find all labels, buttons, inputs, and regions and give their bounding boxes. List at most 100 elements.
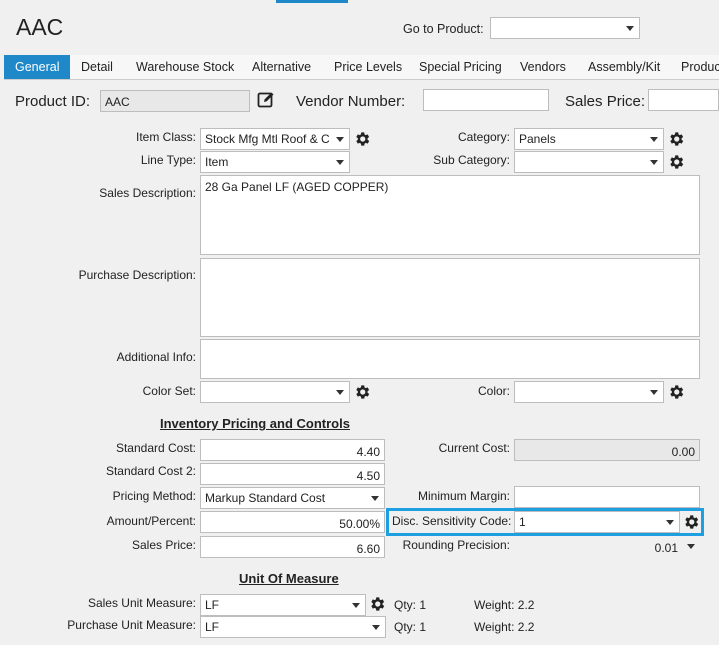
sales-description-label: Sales Description: <box>99 186 196 200</box>
sales-uom-qty: Qty: 1 <box>394 598 427 612</box>
item-class-value: Stock Mfg Mtl Roof & C <box>205 132 330 146</box>
tab-detail[interactable]: Detail <box>70 55 124 79</box>
chevron-down-icon <box>336 390 344 395</box>
color-dropdown[interactable] <box>514 381 664 403</box>
disc-sensitivity-code-value: 1 <box>519 515 526 529</box>
disc-sensitivity-code-dropdown[interactable]: 1 <box>514 511 680 533</box>
product-id-label: Product ID: <box>15 93 91 110</box>
chevron-down-icon <box>626 26 634 31</box>
purchase-unit-measure-value: LF <box>205 620 220 634</box>
standard-cost-input[interactable]: 4.40 <box>200 439 385 461</box>
sales-description-value: 28 Ga Panel LF (AGED COPPER) <box>205 180 389 194</box>
active-window-indicator <box>276 0 348 3</box>
product-id-field: AAC <box>100 90 250 112</box>
gear-icon[interactable] <box>682 513 700 531</box>
category-value: Panels <box>519 132 556 146</box>
chevron-down-icon <box>352 603 360 608</box>
pricing-method-value: Markup Standard Cost <box>205 491 326 505</box>
standard-cost-2-value: 4.50 <box>356 469 380 483</box>
page-title: AAC <box>16 14 64 40</box>
tab-general[interactable]: General <box>4 55 71 79</box>
window-top-bar <box>0 0 719 4</box>
standard-cost-2-label: Standard Cost 2: <box>105 464 196 478</box>
vendor-number-label: Vendor Number: <box>296 93 406 110</box>
additional-info-textarea[interactable] <box>200 339 700 379</box>
sales-description-textarea[interactable]: 28 Ga Panel LF (AGED COPPER) <box>200 175 700 255</box>
chevron-down-icon <box>650 390 658 395</box>
gear-icon[interactable] <box>368 595 386 613</box>
sales-price-input[interactable]: 6.60 <box>200 536 385 558</box>
amount-percent-input[interactable]: 50.00% <box>200 511 385 533</box>
tab-alternative[interactable]: Alternative <box>241 55 322 79</box>
additional-info-label: Additional Info: <box>116 350 196 364</box>
chevron-down-icon <box>336 160 344 165</box>
sales-unit-measure-label: Sales Unit Measure: <box>87 596 196 610</box>
sales-price-header-label: Sales Price: <box>565 93 646 110</box>
sales-price-label: Sales Price: <box>131 538 196 552</box>
sales-price-header-input[interactable] <box>648 89 719 111</box>
line-type-value: Item <box>205 155 229 169</box>
item-class-label: Item Class: <box>135 130 196 144</box>
purchase-unit-measure-label: Purchase Unit Measure: <box>67 618 196 632</box>
minimum-margin-label: Minimum Margin: <box>417 489 510 503</box>
gear-icon[interactable] <box>667 153 685 171</box>
disc-sensitivity-code-label: Disc. Sensitivity Code: <box>392 514 512 528</box>
chevron-down-icon <box>650 160 658 165</box>
rounding-precision-value: 0.01 <box>654 541 678 555</box>
amount-percent-value: 50.00% <box>339 517 380 531</box>
gear-icon[interactable] <box>667 130 685 148</box>
item-class-dropdown[interactable]: Stock Mfg Mtl Roof & C <box>200 128 350 150</box>
standard-cost-label: Standard Cost: <box>115 441 196 455</box>
standard-cost-value: 4.40 <box>356 445 380 459</box>
goto-product-label: Go to Product: <box>403 22 484 36</box>
unit-of-measure-title: Unit Of Measure <box>239 571 339 586</box>
category-label: Category: <box>457 130 510 144</box>
category-dropdown[interactable]: Panels <box>514 128 664 150</box>
tab-warehouse-stock[interactable]: Warehouse Stock <box>125 55 245 79</box>
rounding-precision-dropdown[interactable]: 0.01 <box>514 536 700 558</box>
tab-bar: General Detail Warehouse Stock Alternati… <box>4 55 719 80</box>
inventory-pricing-title: Inventory Pricing and Controls <box>160 416 350 431</box>
purchase-uom-weight: Weight: 2.2 <box>474 620 535 634</box>
color-label: Color: <box>477 384 510 398</box>
pricing-method-dropdown[interactable]: Markup Standard Cost <box>200 487 385 509</box>
amount-percent-label: Amount/Percent: <box>106 514 196 528</box>
chevron-down-icon <box>666 520 674 525</box>
vendor-number-input[interactable] <box>423 89 549 111</box>
gear-icon[interactable] <box>353 383 371 401</box>
edit-icon[interactable] <box>256 90 276 110</box>
sales-unit-measure-value: LF <box>205 598 220 612</box>
current-cost-label: Current Cost: <box>438 441 510 455</box>
goto-product-dropdown[interactable] <box>490 17 640 39</box>
standard-cost-2-input[interactable]: 4.50 <box>200 463 385 485</box>
line-type-dropdown[interactable]: Item <box>200 151 350 173</box>
purchase-unit-measure-dropdown[interactable]: LF <box>200 616 386 638</box>
chevron-down-icon <box>650 137 658 142</box>
purchase-description-label: Purchase Description: <box>78 268 196 282</box>
rounding-precision-label: Rounding Precision: <box>402 538 510 552</box>
product-id-value: AAC <box>105 95 130 109</box>
purchase-uom-qty: Qty: 1 <box>394 620 427 634</box>
color-set-dropdown[interactable] <box>200 381 350 403</box>
sales-unit-measure-dropdown[interactable]: LF <box>200 594 366 616</box>
line-type-label: Line Type: <box>140 153 196 167</box>
gear-icon[interactable] <box>667 383 685 401</box>
chevron-down-icon <box>371 496 379 501</box>
gear-icon[interactable] <box>353 130 371 148</box>
sales-price-value: 6.60 <box>356 542 380 556</box>
current-cost-value: 0.00 <box>671 445 695 459</box>
sales-uom-weight: Weight: 2.2 <box>474 598 535 612</box>
sub-category-dropdown[interactable] <box>514 151 664 173</box>
tab-special-pricing[interactable]: Special Pricing <box>408 55 513 79</box>
tab-production[interactable]: Produc <box>670 55 719 79</box>
pricing-method-label: Pricing Method: <box>112 489 196 503</box>
purchase-description-textarea[interactable] <box>200 258 700 337</box>
color-set-label: Color Set: <box>142 384 196 398</box>
tab-vendors[interactable]: Vendors <box>509 55 577 79</box>
chevron-down-icon <box>372 625 380 630</box>
current-cost-field: 0.00 <box>514 439 700 461</box>
tab-assembly-kit[interactable]: Assembly/Kit <box>577 55 671 79</box>
tab-price-levels[interactable]: Price Levels <box>323 55 413 79</box>
chevron-down-icon <box>687 544 695 549</box>
minimum-margin-input[interactable] <box>514 486 700 508</box>
